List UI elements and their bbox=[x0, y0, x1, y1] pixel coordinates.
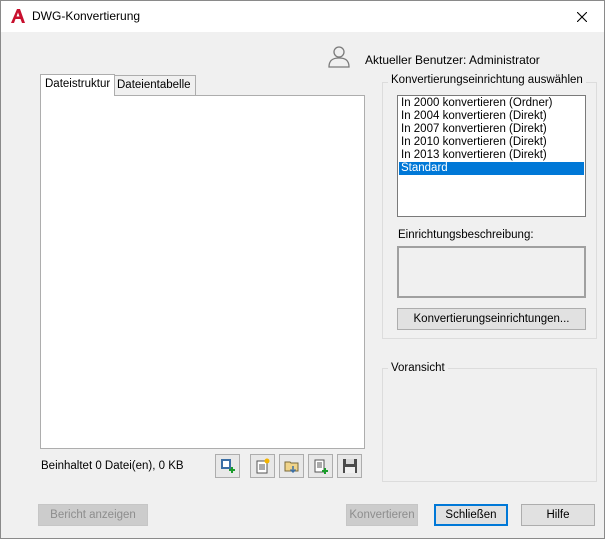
conversion-setups-button-label: Konvertierungseinrichtungen... bbox=[413, 313, 570, 325]
conversion-setup-list[interactable]: In 2000 konvertieren (Ordner) In 2004 ko… bbox=[397, 95, 586, 217]
setup-item-2010[interactable]: In 2010 konvertieren (Direkt) bbox=[399, 136, 584, 149]
setup-item-2007[interactable]: In 2007 konvertieren (Direkt) bbox=[399, 123, 584, 136]
setup-item-2000[interactable]: In 2000 konvertieren (Ordner) bbox=[399, 97, 584, 110]
tab-file-tree[interactable]: Dateistruktur bbox=[40, 74, 116, 96]
user-icon bbox=[328, 46, 350, 68]
window-title: DWG-Konvertierung bbox=[32, 9, 141, 23]
convert-button-label: Konvertieren bbox=[349, 509, 415, 521]
close-icon bbox=[577, 11, 587, 22]
conversion-setups-button[interactable]: Konvertierungseinrichtungen... bbox=[397, 308, 586, 330]
open-folder-icon bbox=[284, 461, 298, 474]
tab-file-tree-label: Dateistruktur bbox=[45, 78, 111, 90]
show-report-button-label: Bericht anzeigen bbox=[50, 509, 136, 521]
file-count-status: Beinhaltet 0 Datei(en), 0 KB bbox=[41, 460, 184, 472]
append-list-icon bbox=[314, 459, 328, 474]
new-list-icon bbox=[256, 458, 269, 474]
setup-description-box bbox=[397, 246, 586, 298]
append-file-list-button[interactable] bbox=[308, 454, 333, 478]
setup-description-label: Einrichtungsbeschreibung: bbox=[398, 229, 534, 241]
convert-button[interactable]: Konvertieren bbox=[346, 504, 418, 526]
show-report-button[interactable]: Bericht anzeigen bbox=[38, 504, 148, 526]
setup-item-standard[interactable]: Standard bbox=[399, 162, 584, 175]
conversion-setup-group-label: Konvertierungseinrichtung auswählen bbox=[388, 74, 586, 86]
close-window-button[interactable] bbox=[560, 1, 604, 32]
setup-item-2013[interactable]: In 2013 konvertieren (Direkt) bbox=[399, 149, 584, 162]
setup-item-2004[interactable]: In 2004 konvertieren (Direkt) bbox=[399, 110, 584, 123]
open-file-list-button[interactable] bbox=[279, 454, 304, 478]
tab-file-table[interactable]: Dateientabelle bbox=[112, 75, 196, 95]
add-files-icon bbox=[220, 459, 235, 473]
help-button[interactable]: Hilfe bbox=[521, 504, 595, 526]
current-user-label: Aktueller Benutzer: Administrator bbox=[365, 53, 540, 67]
help-button-label: Hilfe bbox=[546, 509, 570, 521]
preview-group bbox=[382, 368, 597, 482]
close-button-label: Schließen bbox=[445, 509, 497, 521]
preview-group-label: Voransicht bbox=[388, 362, 448, 374]
file-tree-panel[interactable] bbox=[40, 95, 365, 449]
title-bar[interactable]: DWG-Konvertierung bbox=[1, 1, 604, 32]
tab-file-table-label: Dateientabelle bbox=[117, 79, 191, 91]
new-file-list-button[interactable] bbox=[250, 454, 275, 478]
dwg-convert-dialog: DWG-Konvertierung Aktueller Benutzer: Ad… bbox=[0, 0, 605, 539]
save-file-list-button[interactable] bbox=[337, 454, 362, 478]
close-button[interactable]: Schließen bbox=[434, 504, 508, 526]
autocad-app-icon bbox=[11, 9, 25, 23]
save-icon bbox=[342, 459, 357, 473]
add-files-button[interactable] bbox=[215, 454, 240, 478]
